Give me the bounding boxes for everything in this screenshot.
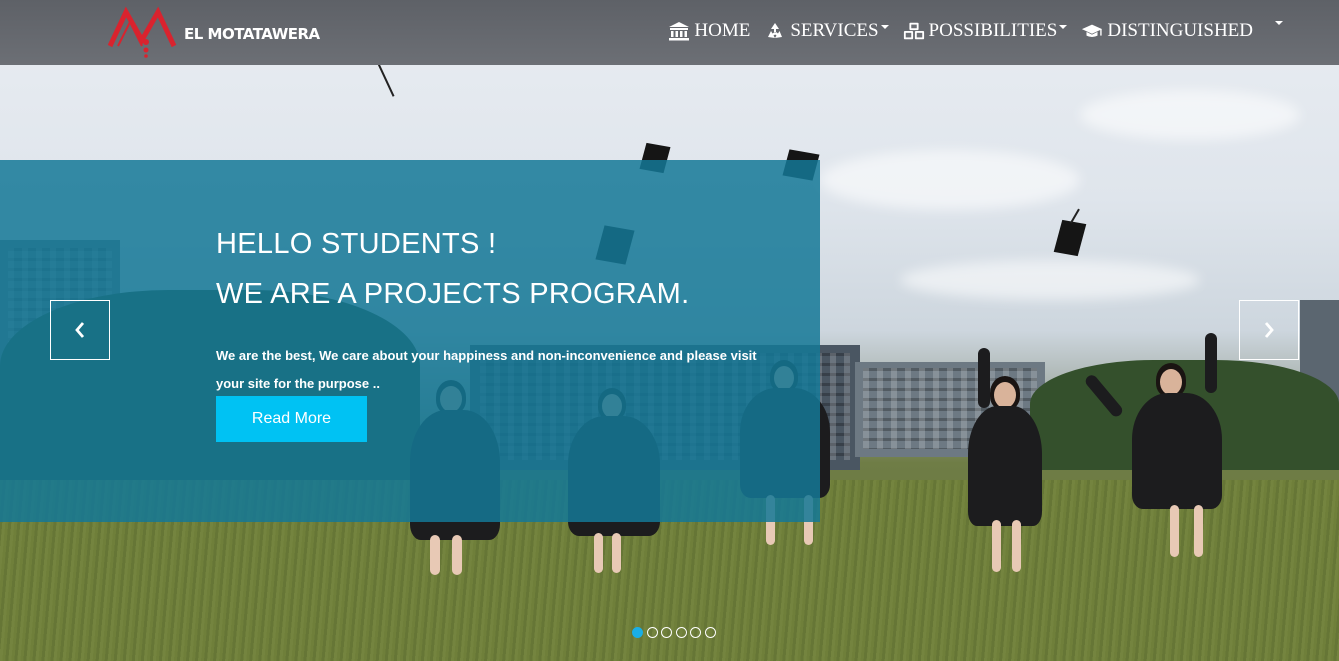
caret-down-icon: [1275, 21, 1283, 25]
carousel-indicator[interactable]: [704, 627, 716, 638]
carousel-next-button[interactable]: [1239, 300, 1299, 360]
hero-caption-panel: HELLO STUDENTS ! WE ARE A PROJECTS PROGR…: [0, 160, 820, 522]
nav-distinguished-label: DISTINGUISHED: [1107, 20, 1253, 41]
brand-logo-icon: [108, 6, 177, 58]
recycle-icon: [764, 21, 786, 41]
hero-title-line1: HELLO STUDENTS !: [216, 228, 497, 260]
nav-possibilities-label: POSSIBILITIES: [928, 20, 1058, 41]
read-more-button[interactable]: Read More: [216, 396, 367, 442]
cloud: [820, 150, 1080, 210]
carousel-indicator[interactable]: [646, 627, 658, 638]
nav-services[interactable]: SERVICES: [764, 20, 889, 42]
carousel-prev-button[interactable]: [50, 300, 110, 360]
cloud: [1080, 90, 1300, 140]
chevron-right-icon: [1264, 322, 1274, 338]
nav-more-toggle[interactable]: [1273, 21, 1283, 41]
brand-name: EL MOTATAWERA: [184, 25, 320, 43]
hero-title-line2: WE ARE A PROJECTS PROGRAM.: [216, 278, 690, 310]
nav-possibilities[interactable]: POSSIBILITIES: [903, 20, 1068, 42]
nav-distinguished[interactable]: DISTINGUISHED: [1081, 20, 1253, 42]
carousel-indicators: [632, 627, 719, 638]
carousel-indicator[interactable]: [675, 627, 687, 638]
hero-description: We are the best, We care about your happ…: [216, 348, 757, 391]
graduation-cap-icon: [1081, 21, 1103, 41]
navbar: EL MOTATAWERA HOME SERVICES POSSIBILITIE…: [0, 0, 1339, 65]
bank-icon: [668, 21, 690, 41]
chevron-left-icon: [75, 322, 85, 338]
carousel-indicator[interactable]: [690, 627, 701, 638]
nav-services-label: SERVICES: [790, 20, 879, 41]
main-nav: HOME SERVICES POSSIBILITIES DISTINGUISHE…: [654, 20, 1283, 42]
caret-down-icon: [880, 25, 889, 29]
caret-down-icon: [1059, 25, 1068, 29]
carousel-indicator[interactable]: [632, 627, 643, 638]
cubes-icon: [903, 21, 925, 41]
nav-home-label: HOME: [694, 20, 751, 41]
brand-link[interactable]: EL MOTATAWERA: [108, 6, 320, 58]
carousel-indicator[interactable]: [661, 627, 672, 638]
cloud: [900, 260, 1200, 300]
nav-home[interactable]: HOME: [668, 20, 750, 42]
